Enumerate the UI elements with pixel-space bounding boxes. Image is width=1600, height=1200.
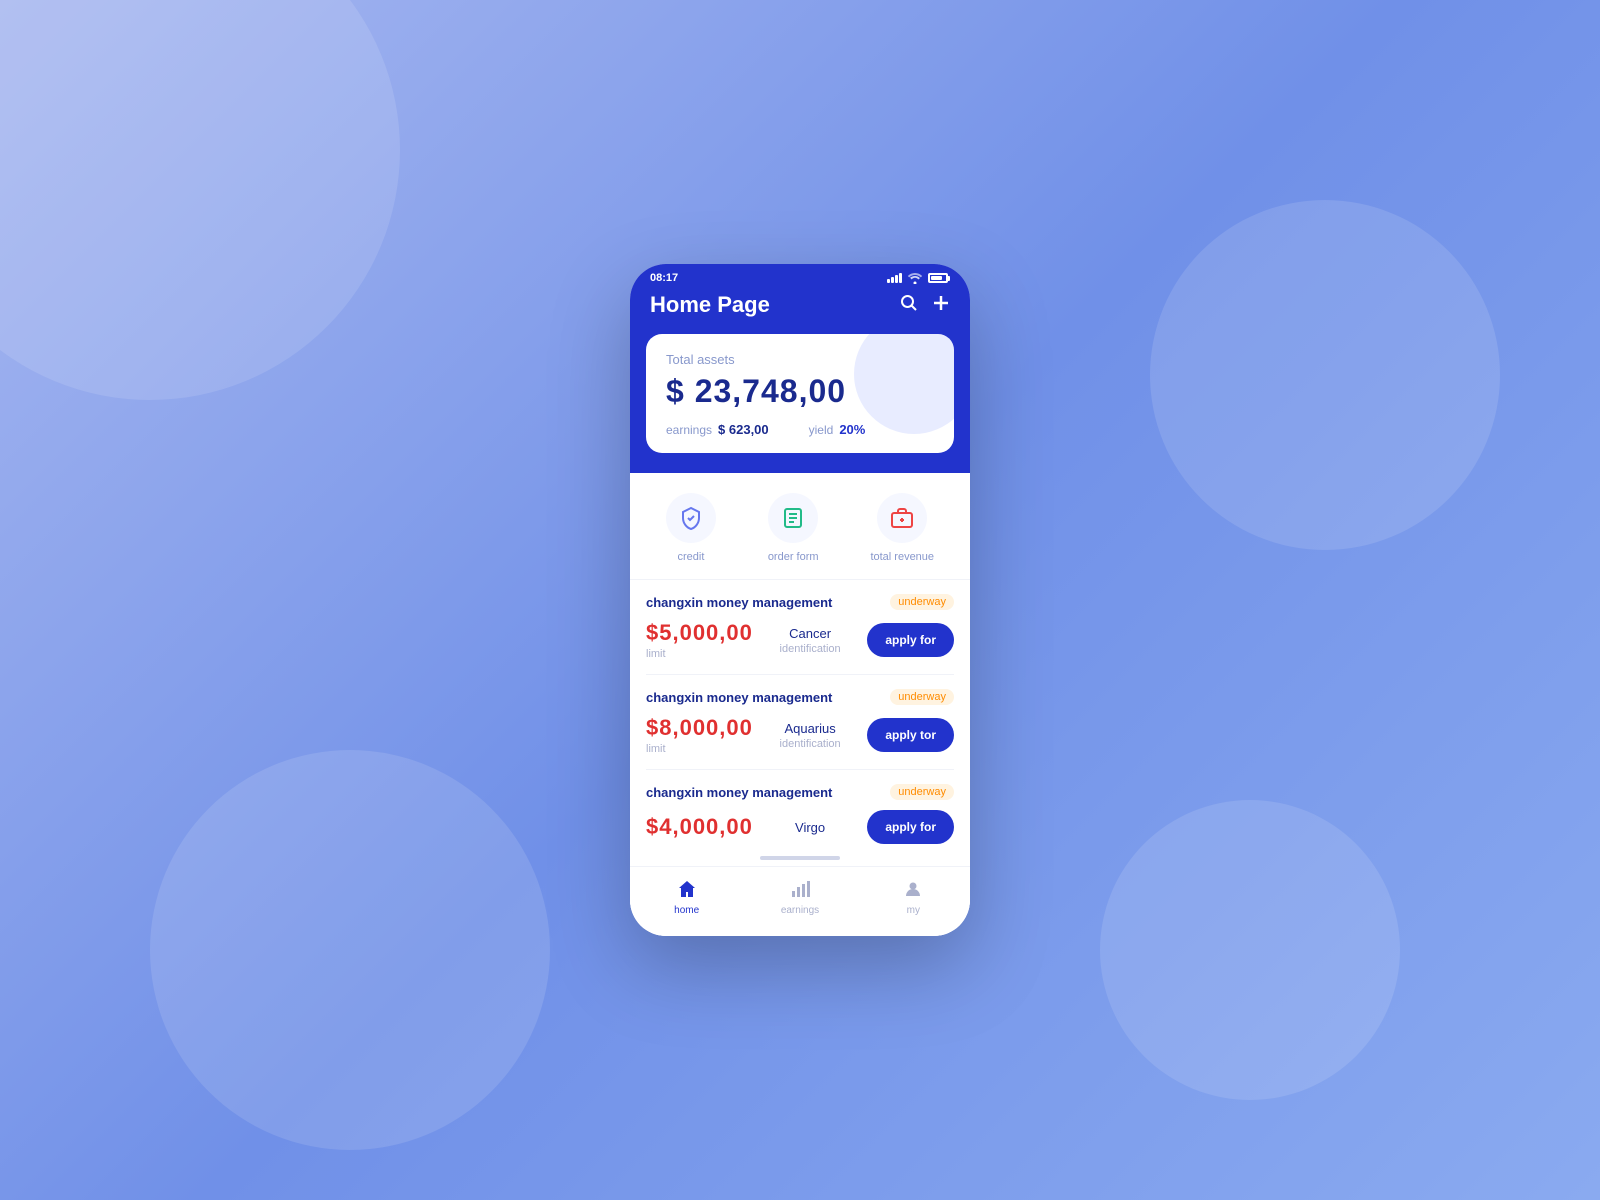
assets-amount: $ 23,748,00 (666, 373, 934, 410)
list-item: changxin money management underway $4,00… (646, 770, 954, 850)
nav-label-earnings: earnings (781, 905, 819, 916)
bg-decoration-3 (1150, 200, 1500, 550)
list-card-title-2: changxin money management (646, 690, 832, 705)
assets-label: Total assets (666, 352, 934, 367)
nav-item-earnings[interactable]: earnings (743, 877, 856, 916)
scroll-indicator (630, 850, 970, 866)
earnings-icon (788, 877, 812, 901)
bg-decoration-4 (1100, 800, 1400, 1100)
apply-button-1[interactable]: apply for (867, 623, 954, 657)
list-card-middle-2: Aquarius identification (780, 721, 841, 750)
list-card-header-3: changxin money management underway (646, 784, 954, 800)
nav-label-my: my (907, 905, 920, 916)
yield-item: yield 20% (809, 422, 866, 437)
order-form-label: order form (768, 551, 819, 563)
list-card-left-3: $4,000,00 (646, 814, 753, 840)
assets-footer: earnings $ 623,00 yield 20% (666, 422, 934, 437)
status-bar: 08:17 (630, 264, 970, 288)
total-revenue-icon-circle (877, 493, 927, 543)
bg-decoration-2 (150, 750, 550, 1150)
list-card-left-2: $8,000,00 limit (646, 715, 753, 755)
status-badge-2: underway (890, 689, 954, 705)
assets-card: Total assets $ 23,748,00 earnings $ 623,… (646, 334, 954, 453)
total-revenue-label: total revenue (870, 551, 934, 563)
quick-icons-row: credit order form (630, 473, 970, 580)
battery-icon (928, 273, 950, 283)
list-amount-2: $8,000,00 (646, 715, 753, 741)
credit-label: credit (677, 551, 704, 563)
app-header: Home Page (630, 288, 970, 334)
page-title: Home Page (650, 292, 770, 318)
nav-item-my[interactable]: my (857, 877, 970, 916)
list-card-header-2: changxin money management underway (646, 689, 954, 705)
list-limit-1: limit (646, 648, 753, 660)
apply-button-3[interactable]: apply for (867, 810, 954, 844)
add-icon[interactable] (932, 294, 950, 317)
list-item: changxin money management underway $5,00… (646, 580, 954, 675)
signal-icon (887, 273, 902, 283)
status-badge-1: underway (890, 594, 954, 610)
list-item: changxin money management underway $8,00… (646, 675, 954, 770)
list-card-body-2: $8,000,00 limit Aquarius identification … (646, 715, 954, 755)
main-content: credit order form (630, 473, 970, 936)
list-card-middle-3: Virgo (795, 820, 825, 835)
phone-container: 08:17 Home P (630, 264, 970, 936)
list-id-type-2: Aquarius (784, 721, 835, 736)
list-card-title-3: changxin money management (646, 785, 832, 800)
yield-value: 20% (839, 422, 865, 437)
list-id-type-3: Virgo (795, 820, 825, 835)
quick-icon-total-revenue[interactable]: total revenue (870, 493, 934, 563)
list-amount-3: $4,000,00 (646, 814, 753, 840)
list-card-body-3: $4,000,00 Virgo apply for (646, 810, 954, 844)
status-badge-3: underway (890, 784, 954, 800)
search-icon[interactable] (900, 294, 918, 317)
list-section: changxin money management underway $5,00… (630, 580, 970, 850)
list-id-label-1: identification (780, 643, 841, 655)
home-icon (675, 877, 699, 901)
earnings-label: earnings (666, 423, 712, 437)
bottom-nav: home earnings (630, 866, 970, 936)
quick-icon-credit[interactable]: credit (666, 493, 716, 563)
status-icons (887, 272, 950, 284)
list-id-label-2: identification (780, 738, 841, 750)
quick-icon-order-form[interactable]: order form (768, 493, 819, 563)
scroll-bar (760, 856, 840, 860)
list-id-type-1: Cancer (789, 626, 831, 641)
list-card-left-1: $5,000,00 limit (646, 620, 753, 660)
list-limit-2: limit (646, 743, 753, 755)
list-card-body-1: $5,000,00 limit Cancer identification ap… (646, 620, 954, 660)
earnings-value: $ 623,00 (718, 422, 769, 437)
bg-decoration-1 (0, 0, 400, 400)
status-time: 08:17 (650, 272, 678, 284)
credit-icon-circle (666, 493, 716, 543)
list-card-header-1: changxin money management underway (646, 594, 954, 610)
my-icon (901, 877, 925, 901)
nav-label-home: home (674, 905, 699, 916)
list-card-middle-1: Cancer identification (780, 626, 841, 655)
order-form-icon-circle (768, 493, 818, 543)
header-actions (900, 294, 950, 317)
list-card-title-1: changxin money management (646, 595, 832, 610)
apply-button-2[interactable]: apply tor (867, 718, 954, 752)
yield-label: yield (809, 423, 834, 437)
list-amount-1: $5,000,00 (646, 620, 753, 646)
wifi-icon (907, 272, 923, 284)
nav-item-home[interactable]: home (630, 877, 743, 916)
earnings-item: earnings $ 623,00 (666, 422, 769, 437)
assets-section: Total assets $ 23,748,00 earnings $ 623,… (630, 334, 970, 473)
